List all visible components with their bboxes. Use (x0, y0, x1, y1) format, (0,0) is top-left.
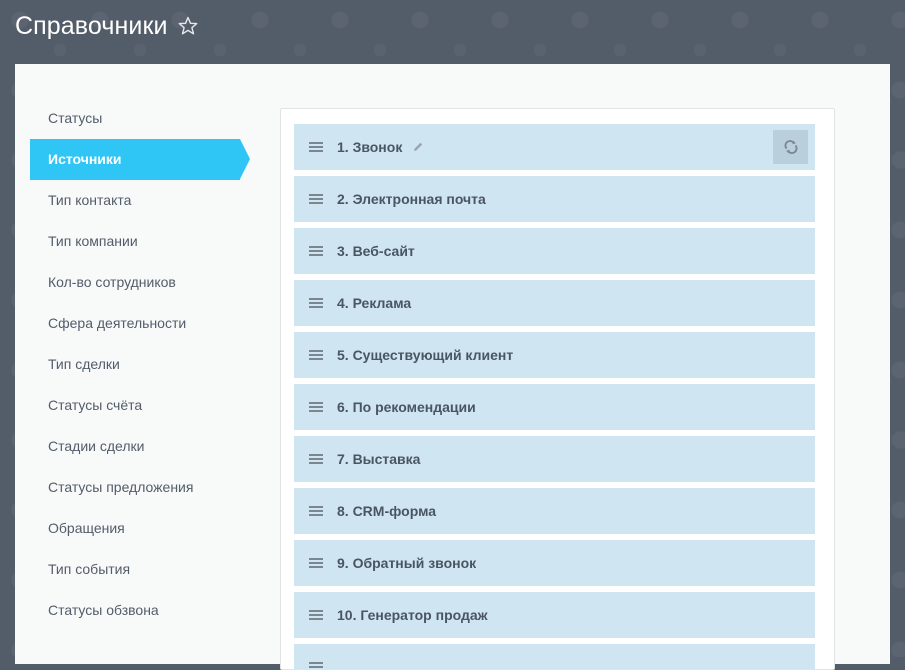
list-item[interactable]: 10. Генератор продаж (294, 592, 815, 638)
drag-handle-icon[interactable] (309, 610, 323, 620)
sidebar-item[interactable]: Статусы обзвона (30, 590, 240, 631)
list-item[interactable]: 9. Обратный звонок (294, 540, 815, 586)
sidebar-item[interactable]: Статусы предложения (30, 467, 240, 508)
drag-handle-icon[interactable] (309, 662, 323, 669)
list-item-label: 8. CRM-форма (337, 503, 437, 519)
sidebar: Статусы Источники Тип контакта Тип компании… (30, 98, 250, 631)
list-item[interactable]: 4. Реклама (294, 280, 815, 326)
drag-handle-icon[interactable] (309, 350, 323, 360)
drag-handle-icon[interactable] (309, 402, 323, 412)
drag-handle-icon[interactable] (309, 298, 323, 308)
list-item[interactable]: 1. Звонок (294, 124, 815, 170)
star-icon[interactable] (178, 16, 198, 36)
list-item-label: 1. Звонок (337, 139, 403, 155)
refresh-button[interactable] (773, 130, 808, 164)
list-item-label: 5. Существующий клиент (337, 347, 514, 363)
sources-list: 1. Звонок 2. Электронная почта 3. Веб-сайт… (280, 108, 835, 670)
sidebar-item[interactable]: Стадии сделки (30, 426, 240, 467)
sidebar-item[interactable]: Тип компании (30, 221, 240, 262)
drag-handle-icon[interactable] (309, 454, 323, 464)
main-panel: Статусы Источники Тип контакта Тип компании… (15, 64, 890, 670)
list-item-label: 9. Обратный звонок (337, 555, 477, 571)
list-item[interactable]: 5. Существующий клиент (294, 332, 815, 378)
list-item[interactable] (294, 644, 815, 669)
drag-handle-icon[interactable] (309, 246, 323, 256)
sidebar-item[interactable]: Статусы счёта (30, 385, 240, 426)
list-item[interactable]: 7. Выставка (294, 436, 815, 482)
pencil-icon[interactable] (412, 141, 424, 153)
sidebar-item[interactable]: Обращения (30, 508, 240, 549)
list-item-label: 7. Выставка (337, 451, 421, 467)
list-item-label: 10. Генератор продаж (337, 607, 488, 623)
refresh-icon (784, 140, 797, 154)
list-item-label: 4. Реклама (337, 295, 412, 311)
drag-handle-icon[interactable] (309, 194, 323, 204)
drag-handle-icon[interactable] (309, 558, 323, 568)
drag-handle-icon[interactable] (309, 142, 323, 152)
sidebar-item[interactable]: Статусы (30, 98, 240, 139)
sidebar-item[interactable]: Кол-во сотрудников (30, 262, 240, 303)
list-item[interactable]: 3. Веб-сайт (294, 228, 815, 274)
sidebar-item[interactable]: Источники (30, 139, 250, 180)
list-item-label: 3. Веб-сайт (337, 243, 415, 259)
page-title: Справочники (15, 11, 168, 40)
sidebar-item[interactable]: Сфера деятельности (30, 303, 240, 344)
sidebar-item[interactable]: Тип сделки (30, 344, 240, 385)
list-item-label: 6. По рекомендации (337, 399, 476, 415)
list-item[interactable]: 8. CRM-форма (294, 488, 815, 534)
drag-handle-icon[interactable] (309, 506, 323, 516)
list-item-label: 2. Электронная почта (337, 191, 486, 207)
sidebar-item[interactable]: Тип события (30, 549, 240, 590)
list-item[interactable]: 6. По рекомендации (294, 384, 815, 430)
sidebar-item[interactable]: Тип контакта (30, 180, 240, 221)
page-header: Справочники (15, 10, 198, 42)
list-item[interactable]: 2. Электронная почта (294, 176, 815, 222)
